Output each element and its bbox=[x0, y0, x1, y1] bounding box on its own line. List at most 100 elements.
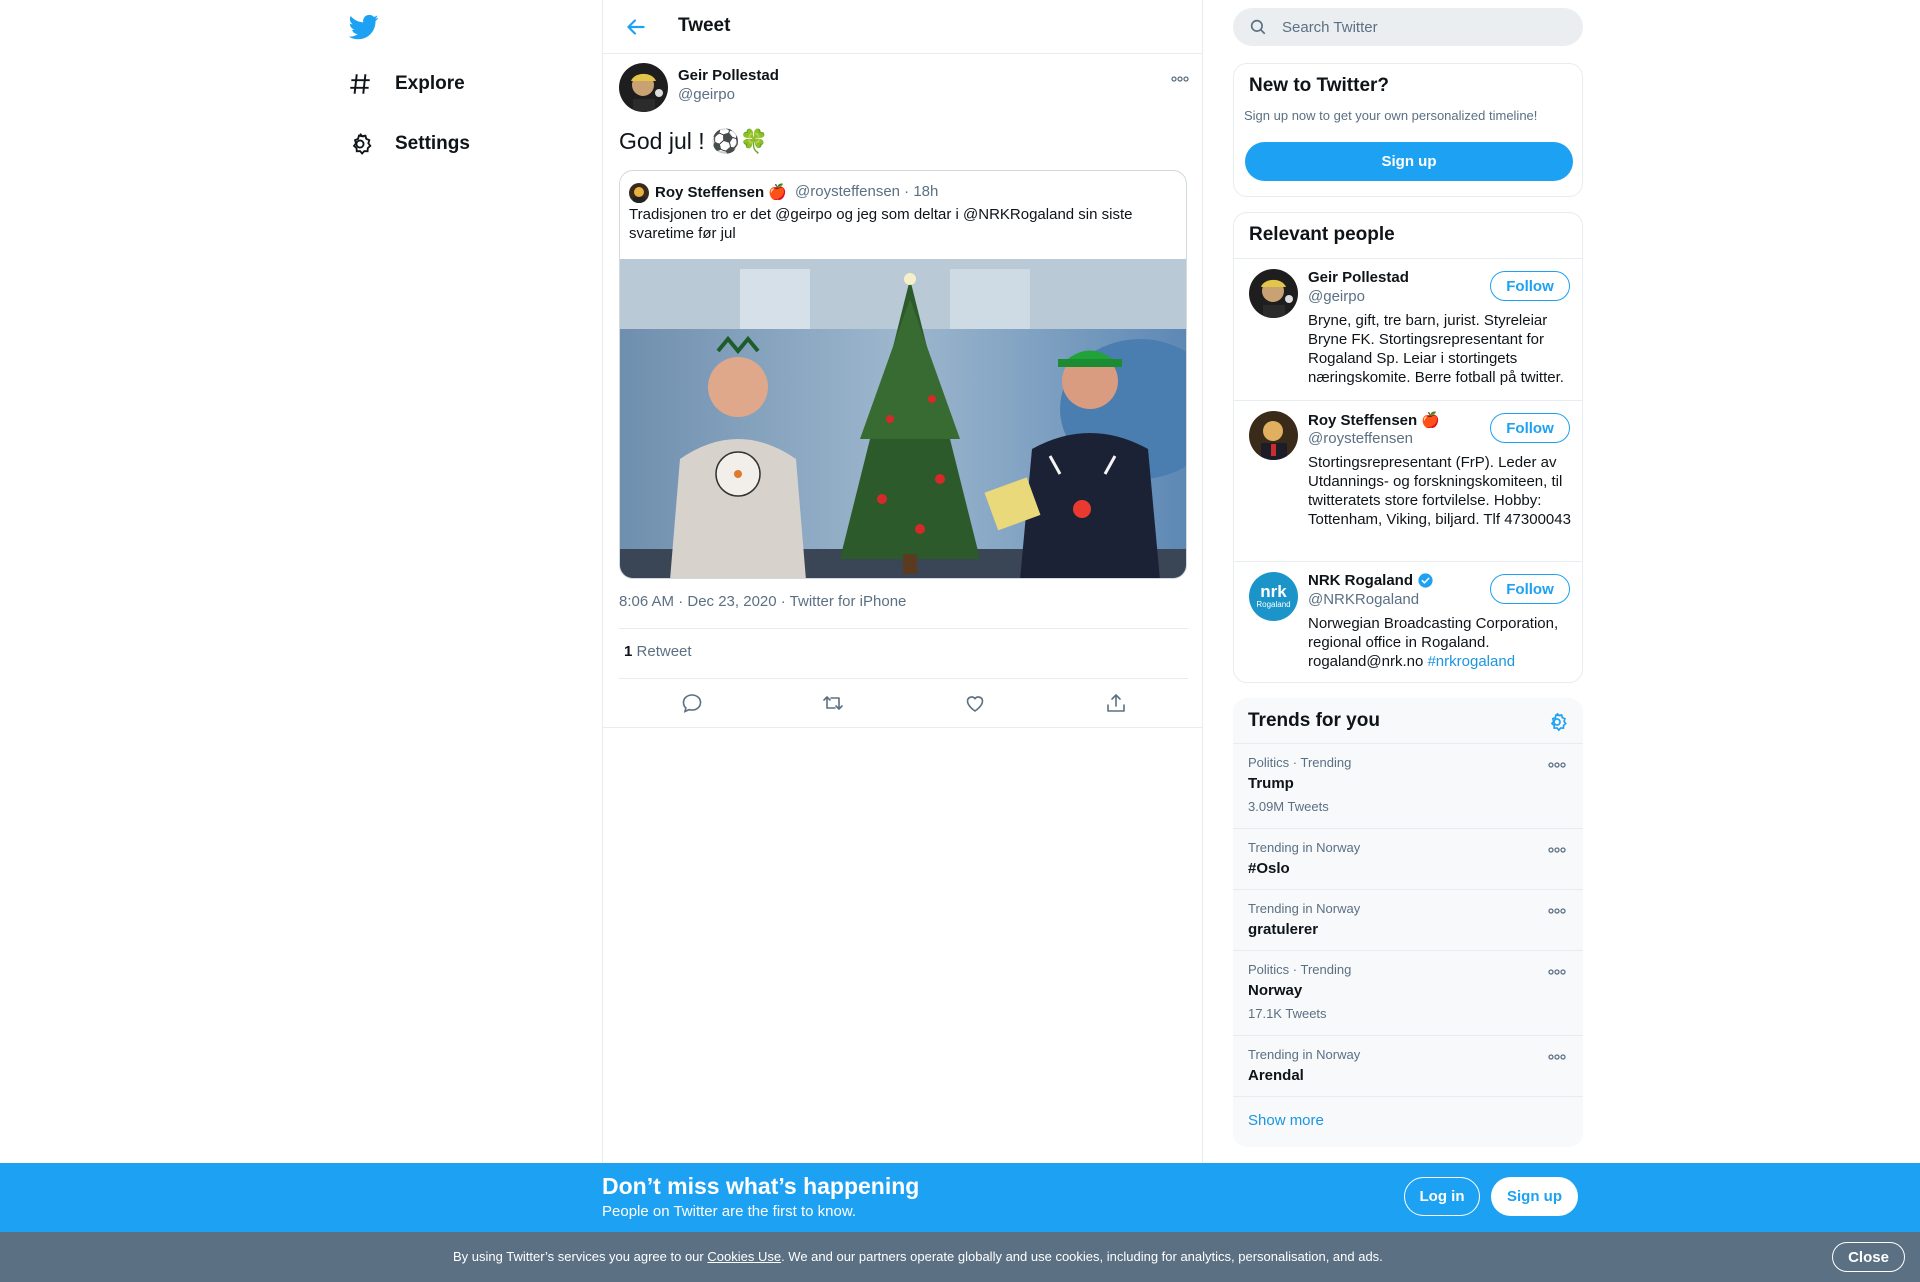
trend-context: Politics · Trending bbox=[1248, 755, 1352, 770]
trend-context: Trending in Norway bbox=[1248, 1047, 1361, 1062]
trend-item[interactable]: Trending in Norway gratulerer bbox=[1233, 889, 1583, 950]
signup-banner: Don’t miss what’s happening People on Tw… bbox=[0, 1163, 1920, 1232]
trend-name: Norway bbox=[1248, 982, 1303, 999]
trends-panel: Trends for you Politics · Trending Trump… bbox=[1233, 698, 1583, 1147]
trend-item[interactable]: Politics · Trending Norway 17.1K Tweets bbox=[1233, 950, 1583, 1035]
gear-icon[interactable] bbox=[1546, 711, 1568, 733]
trend-count: 17.1K Tweets bbox=[1248, 1006, 1327, 1021]
back-arrow-icon[interactable] bbox=[623, 14, 649, 40]
person-handle: @geirpo bbox=[1308, 288, 1365, 305]
tweet-header: Tweet bbox=[603, 0, 1202, 54]
share-icon[interactable] bbox=[1103, 691, 1129, 715]
person-name[interactable]: NRK Rogaland bbox=[1308, 572, 1434, 589]
banner-title: Don’t miss what’s happening bbox=[602, 1173, 920, 1199]
follow-button[interactable]: Follow bbox=[1490, 574, 1570, 604]
search-icon bbox=[1249, 18, 1267, 36]
trend-context: Politics · Trending bbox=[1248, 962, 1352, 977]
divider bbox=[603, 727, 1203, 728]
page-title: Tweet bbox=[678, 15, 731, 36]
cookies-use-link[interactable]: Cookies Use bbox=[707, 1249, 781, 1264]
author-handle[interactable]: @geirpo bbox=[678, 86, 735, 103]
more-icon[interactable] bbox=[1169, 72, 1191, 86]
search-input[interactable] bbox=[1282, 8, 1572, 46]
nav-explore-label: Explore bbox=[395, 73, 465, 94]
trend-item[interactable]: Politics · Trending Trump 3.09M Tweets bbox=[1233, 743, 1583, 828]
person-name[interactable]: Roy Steffensen 🍎 bbox=[1308, 411, 1440, 430]
person-handle: @roysteffensen bbox=[1308, 430, 1414, 447]
quoted-photo[interactable] bbox=[620, 259, 1186, 578]
person-avatar[interactable] bbox=[1249, 411, 1298, 460]
quoted-text: Tradisjonen tro er det @geirpo og jeg so… bbox=[629, 206, 1133, 242]
nav-explore[interactable]: Explore bbox=[345, 60, 465, 108]
more-icon[interactable] bbox=[1546, 965, 1568, 979]
hashtag-icon bbox=[345, 69, 375, 99]
nrk-logo-sub: Rogaland bbox=[1256, 600, 1291, 609]
quoted-tweet[interactable]: Roy Steffensen 🍎 @roysteffensen · 18h Tr… bbox=[619, 170, 1187, 579]
main-column: Tweet Geir Pollestad @geirpo God jul ! ⚽… bbox=[602, 0, 1203, 1282]
person-bio: Norwegian Broadcasting Corporation, regi… bbox=[1308, 615, 1559, 670]
banner-subtitle: People on Twitter are the first to know. bbox=[602, 1203, 857, 1220]
reply-icon[interactable] bbox=[679, 691, 705, 715]
hashtag-link[interactable]: #nrkrogaland bbox=[1427, 653, 1515, 670]
retweet-stats[interactable]: 1 Retweet bbox=[624, 643, 692, 660]
search-bar bbox=[1233, 8, 1583, 46]
tweet-meta: 8:06 AM · Dec 23, 2020 · Twitter for iPh… bbox=[619, 593, 907, 610]
cookie-bar: By using Twitter’s services you agree to… bbox=[0, 1232, 1920, 1282]
cookie-close-button[interactable]: Close bbox=[1832, 1242, 1905, 1272]
quoted-avatar bbox=[629, 183, 649, 203]
new-to-twitter-subtitle: Sign up now to get your own personalized… bbox=[1244, 108, 1538, 123]
nrk-logo-text: nrk bbox=[1260, 582, 1287, 601]
person-bio: Stortingsrepresentant (FrP). Leder av Ut… bbox=[1308, 454, 1571, 528]
trend-item[interactable]: Trending in Norway Arendal bbox=[1233, 1035, 1583, 1096]
trend-count: 3.09M Tweets bbox=[1248, 799, 1329, 814]
show-more-link[interactable]: Show more bbox=[1248, 1112, 1324, 1129]
twitter-bird-icon[interactable] bbox=[349, 12, 379, 42]
retweet-icon[interactable] bbox=[820, 691, 846, 715]
show-more-row[interactable]: Show more bbox=[1233, 1096, 1583, 1147]
trend-name: Trump bbox=[1248, 775, 1294, 792]
relevant-people-panel: Relevant people Geir Pollestad @geirpo B… bbox=[1233, 212, 1583, 683]
relevant-people-title: Relevant people bbox=[1249, 224, 1395, 245]
more-icon[interactable] bbox=[1546, 843, 1568, 857]
trend-name: #Oslo bbox=[1248, 860, 1290, 877]
banner-signup-button[interactable]: Sign up bbox=[1491, 1177, 1578, 1216]
person-card[interactable]: Roy Steffensen 🍎 @roysteffensen Storting… bbox=[1234, 400, 1582, 562]
trend-name: gratulerer bbox=[1248, 921, 1319, 938]
person-avatar[interactable] bbox=[1249, 269, 1298, 318]
quoted-name: Roy Steffensen 🍎 bbox=[655, 184, 788, 201]
trend-context: Trending in Norway bbox=[1248, 840, 1361, 855]
person-card[interactable]: Geir Pollestad @geirpo Bryne, gift, tre … bbox=[1234, 258, 1582, 401]
divider bbox=[619, 628, 1188, 629]
apple-emoji-icon: 🍎 bbox=[768, 184, 788, 201]
person-avatar[interactable]: nrk Rogaland bbox=[1249, 572, 1298, 621]
author-name[interactable]: Geir Pollestad bbox=[678, 67, 779, 84]
quoted-handle: @roysteffensen · 18h bbox=[795, 183, 939, 200]
nav-settings-label: Settings bbox=[395, 133, 470, 154]
person-bio: Bryne, gift, tre barn, jurist. Styreleia… bbox=[1308, 312, 1564, 386]
trend-context: Trending in Norway bbox=[1248, 901, 1361, 916]
follow-button[interactable]: Follow bbox=[1490, 413, 1570, 443]
trend-item[interactable]: Trending in Norway #Oslo bbox=[1233, 828, 1583, 889]
gear-icon bbox=[345, 129, 375, 159]
follow-button[interactable]: Follow bbox=[1490, 271, 1570, 301]
new-to-twitter-panel: New to Twitter? Sign up now to get your … bbox=[1233, 63, 1583, 197]
tweet-text: God jul ! ⚽️🍀 bbox=[619, 128, 769, 154]
login-button[interactable]: Log in bbox=[1404, 1177, 1480, 1216]
divider bbox=[619, 678, 1188, 679]
new-to-twitter-title: New to Twitter? bbox=[1249, 75, 1390, 96]
trend-name: Arendal bbox=[1248, 1067, 1304, 1084]
sidebar-signup-button[interactable]: Sign up bbox=[1245, 142, 1573, 181]
trends-title: Trends for you bbox=[1248, 710, 1380, 731]
cookie-text: By using Twitter’s services you agree to… bbox=[453, 1249, 1383, 1264]
apple-emoji-icon: 🍎 bbox=[1421, 412, 1440, 429]
author-avatar[interactable] bbox=[619, 63, 668, 112]
nav-settings[interactable]: Settings bbox=[345, 120, 470, 168]
person-card[interactable]: nrk Rogaland NRK Rogaland @NRKRogaland N… bbox=[1234, 561, 1582, 682]
more-icon[interactable] bbox=[1546, 1050, 1568, 1064]
person-handle: @NRKRogaland bbox=[1308, 591, 1420, 608]
more-icon[interactable] bbox=[1546, 904, 1568, 918]
like-icon[interactable] bbox=[962, 691, 988, 715]
person-name[interactable]: Geir Pollestad bbox=[1308, 269, 1409, 286]
verified-badge-icon bbox=[1417, 572, 1434, 589]
more-icon[interactable] bbox=[1546, 758, 1568, 772]
